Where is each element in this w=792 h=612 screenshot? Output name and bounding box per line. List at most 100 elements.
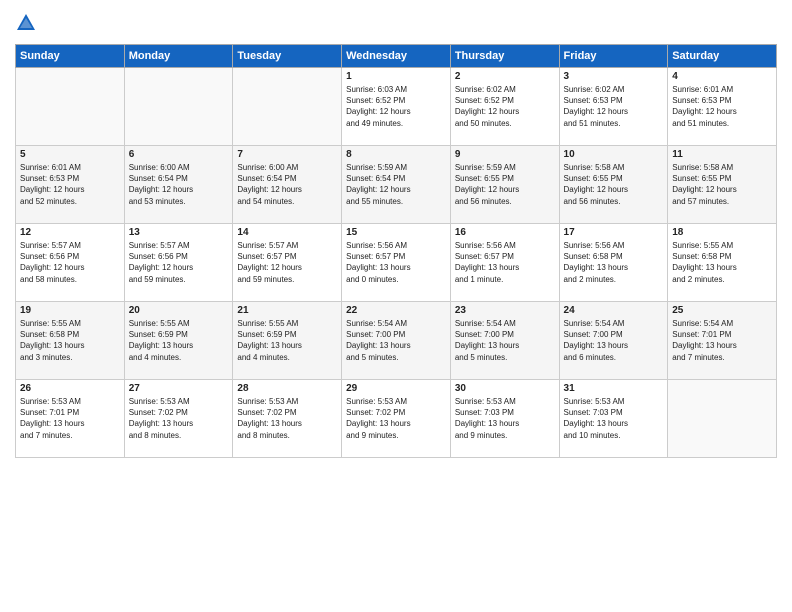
day-info: Sunrise: 6:01 AM Sunset: 6:53 PM Dayligh… (672, 84, 772, 129)
day-info: Sunrise: 5:54 AM Sunset: 7:00 PM Dayligh… (455, 318, 555, 363)
day-number: 29 (346, 383, 446, 394)
calendar-cell: 28 Sunrise: 5:53 AM Sunset: 7:02 PM Dayli… (233, 380, 342, 458)
day-number: 2 (455, 71, 555, 82)
logo (15, 14, 41, 36)
day-info: Sunrise: 5:54 AM Sunset: 7:00 PM Dayligh… (346, 318, 446, 363)
weekday-header-wednesday: Wednesday (342, 45, 451, 68)
day-number: 14 (237, 227, 337, 238)
day-number: 30 (455, 383, 555, 394)
week-row-5: 26 Sunrise: 5:53 AM Sunset: 7:01 PM Dayli… (16, 380, 777, 458)
weekday-header-row: SundayMondayTuesdayWednesdayThursdayFrid… (16, 45, 777, 68)
day-number: 28 (237, 383, 337, 394)
day-info: Sunrise: 5:58 AM Sunset: 6:55 PM Dayligh… (564, 162, 664, 207)
day-number: 3 (564, 71, 664, 82)
day-number: 10 (564, 149, 664, 160)
calendar-cell: 16 Sunrise: 5:56 AM Sunset: 6:57 PM Dayli… (450, 224, 559, 302)
day-info: Sunrise: 5:55 AM Sunset: 6:59 PM Dayligh… (129, 318, 229, 363)
day-number: 23 (455, 305, 555, 316)
day-number: 20 (129, 305, 229, 316)
header (15, 10, 777, 36)
day-info: Sunrise: 6:02 AM Sunset: 6:52 PM Dayligh… (455, 84, 555, 129)
week-row-1: 1 Sunrise: 6:03 AM Sunset: 6:52 PM Daylig… (16, 68, 777, 146)
day-number: 5 (20, 149, 120, 160)
day-info: Sunrise: 5:53 AM Sunset: 7:03 PM Dayligh… (564, 396, 664, 441)
calendar-cell: 30 Sunrise: 5:53 AM Sunset: 7:03 PM Dayli… (450, 380, 559, 458)
day-info: Sunrise: 5:59 AM Sunset: 6:54 PM Dayligh… (346, 162, 446, 207)
calendar-cell: 27 Sunrise: 5:53 AM Sunset: 7:02 PM Dayli… (124, 380, 233, 458)
day-info: Sunrise: 5:56 AM Sunset: 6:57 PM Dayligh… (455, 240, 555, 285)
day-info: Sunrise: 6:01 AM Sunset: 6:53 PM Dayligh… (20, 162, 120, 207)
day-number: 4 (672, 71, 772, 82)
day-info: Sunrise: 5:57 AM Sunset: 6:57 PM Dayligh… (237, 240, 337, 285)
calendar-cell: 11Sunrise: 5:58 AM Sunset: 6:55 PM Dayli… (668, 146, 777, 224)
day-number: 26 (20, 383, 120, 394)
calendar-cell: 17Sunrise: 5:56 AM Sunset: 6:58 PM Dayli… (559, 224, 668, 302)
day-info: Sunrise: 5:58 AM Sunset: 6:55 PM Dayligh… (672, 162, 772, 207)
day-number: 31 (564, 383, 664, 394)
day-info: Sunrise: 6:03 AM Sunset: 6:52 PM Dayligh… (346, 84, 446, 129)
calendar-cell: 2 Sunrise: 6:02 AM Sunset: 6:52 PM Daylig… (450, 68, 559, 146)
day-number: 13 (129, 227, 229, 238)
weekday-header-friday: Friday (559, 45, 668, 68)
week-row-3: 12Sunrise: 5:57 AM Sunset: 6:56 PM Dayli… (16, 224, 777, 302)
calendar-cell: 15 Sunrise: 5:56 AM Sunset: 6:57 PM Dayli… (342, 224, 451, 302)
calendar-cell: 5 Sunrise: 6:01 AM Sunset: 6:53 PM Daylig… (16, 146, 125, 224)
calendar-cell: 12Sunrise: 5:57 AM Sunset: 6:56 PM Dayli… (16, 224, 125, 302)
calendar-cell: 31 Sunrise: 5:53 AM Sunset: 7:03 PM Dayli… (559, 380, 668, 458)
calendar-cell: 18 Sunrise: 5:55 AM Sunset: 6:58 PM Dayli… (668, 224, 777, 302)
calendar-cell (124, 68, 233, 146)
weekday-header-monday: Monday (124, 45, 233, 68)
calendar-cell: 13 Sunrise: 5:57 AM Sunset: 6:56 PM Dayli… (124, 224, 233, 302)
day-info: Sunrise: 5:53 AM Sunset: 7:02 PM Dayligh… (346, 396, 446, 441)
day-info: Sunrise: 5:55 AM Sunset: 6:58 PM Dayligh… (672, 240, 772, 285)
day-info: Sunrise: 6:00 AM Sunset: 6:54 PM Dayligh… (237, 162, 337, 207)
day-info: Sunrise: 5:55 AM Sunset: 6:58 PM Dayligh… (20, 318, 120, 363)
day-number: 15 (346, 227, 446, 238)
day-info: Sunrise: 6:02 AM Sunset: 6:53 PM Dayligh… (564, 84, 664, 129)
day-number: 18 (672, 227, 772, 238)
day-info: Sunrise: 5:54 AM Sunset: 7:01 PM Dayligh… (672, 318, 772, 363)
day-number: 27 (129, 383, 229, 394)
day-number: 19 (20, 305, 120, 316)
logo-icon (15, 12, 37, 34)
day-info: Sunrise: 5:53 AM Sunset: 7:02 PM Dayligh… (129, 396, 229, 441)
calendar-cell: 10 Sunrise: 5:58 AM Sunset: 6:55 PM Dayli… (559, 146, 668, 224)
calendar-cell (16, 68, 125, 146)
calendar-cell: 26 Sunrise: 5:53 AM Sunset: 7:01 PM Dayli… (16, 380, 125, 458)
day-number: 6 (129, 149, 229, 160)
page: SundayMondayTuesdayWednesdayThursdayFrid… (0, 0, 792, 612)
day-info: Sunrise: 5:57 AM Sunset: 6:56 PM Dayligh… (129, 240, 229, 285)
calendar-cell: 14 Sunrise: 5:57 AM Sunset: 6:57 PM Dayli… (233, 224, 342, 302)
day-info: Sunrise: 5:56 AM Sunset: 6:57 PM Dayligh… (346, 240, 446, 285)
day-info: Sunrise: 5:53 AM Sunset: 7:01 PM Dayligh… (20, 396, 120, 441)
day-number: 9 (455, 149, 555, 160)
week-row-2: 5 Sunrise: 6:01 AM Sunset: 6:53 PM Daylig… (16, 146, 777, 224)
day-number: 1 (346, 71, 446, 82)
day-number: 25 (672, 305, 772, 316)
day-info: Sunrise: 5:54 AM Sunset: 7:00 PM Dayligh… (564, 318, 664, 363)
calendar-cell: 24 Sunrise: 5:54 AM Sunset: 7:00 PM Dayli… (559, 302, 668, 380)
day-info: Sunrise: 5:57 AM Sunset: 6:56 PM Dayligh… (20, 240, 120, 285)
day-number: 16 (455, 227, 555, 238)
calendar-cell: 7 Sunrise: 6:00 AM Sunset: 6:54 PM Daylig… (233, 146, 342, 224)
calendar-cell (668, 380, 777, 458)
day-info: Sunrise: 5:53 AM Sunset: 7:02 PM Dayligh… (237, 396, 337, 441)
day-info: Sunrise: 5:59 AM Sunset: 6:55 PM Dayligh… (455, 162, 555, 207)
calendar-cell: 20 Sunrise: 5:55 AM Sunset: 6:59 PM Dayli… (124, 302, 233, 380)
day-number: 8 (346, 149, 446, 160)
calendar-cell: 22 Sunrise: 5:54 AM Sunset: 7:00 PM Dayli… (342, 302, 451, 380)
calendar-cell: 19 Sunrise: 5:55 AM Sunset: 6:58 PM Dayli… (16, 302, 125, 380)
weekday-header-thursday: Thursday (450, 45, 559, 68)
day-info: Sunrise: 5:53 AM Sunset: 7:03 PM Dayligh… (455, 396, 555, 441)
day-number: 7 (237, 149, 337, 160)
day-number: 22 (346, 305, 446, 316)
weekday-header-sunday: Sunday (16, 45, 125, 68)
calendar-cell: 4 Sunrise: 6:01 AM Sunset: 6:53 PM Daylig… (668, 68, 777, 146)
calendar-table: SundayMondayTuesdayWednesdayThursdayFrid… (15, 44, 777, 458)
calendar-cell: 6Sunrise: 6:00 AM Sunset: 6:54 PM Daylig… (124, 146, 233, 224)
day-number: 24 (564, 305, 664, 316)
calendar-cell: 23 Sunrise: 5:54 AM Sunset: 7:00 PM Dayli… (450, 302, 559, 380)
weekday-header-saturday: Saturday (668, 45, 777, 68)
day-info: Sunrise: 5:56 AM Sunset: 6:58 PM Dayligh… (564, 240, 664, 285)
day-number: 21 (237, 305, 337, 316)
